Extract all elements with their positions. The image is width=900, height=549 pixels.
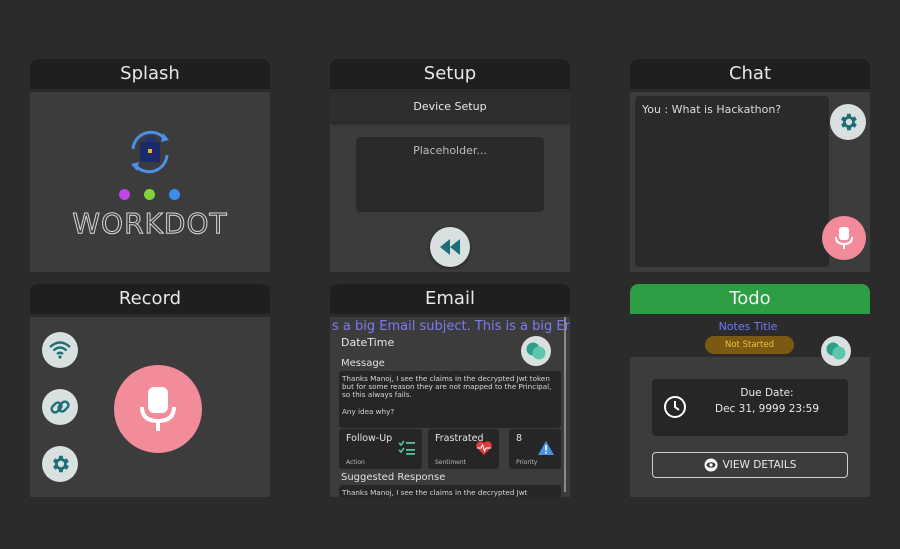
device-setup-header: Device Setup (330, 92, 570, 122)
email-body: s a big Email subject. This is a big Ema… (330, 317, 570, 497)
dot-blue (169, 189, 180, 200)
warning-icon (538, 441, 554, 455)
settings-button[interactable] (830, 104, 866, 140)
panel-title: Chat (630, 59, 870, 89)
clock-icon (664, 396, 686, 418)
panel-title: Splash (30, 59, 270, 89)
status-badge: Not Started (705, 336, 794, 354)
message-body: Thanks Manoj, I see the claims in the de… (339, 371, 561, 428)
mic-button[interactable] (822, 216, 866, 260)
todo-body: Notes Title Not Started Due Date: Dec 31… (630, 317, 870, 497)
settings-button[interactable] (42, 446, 78, 482)
sentiment-card: Frastrated Sentiment (428, 429, 499, 469)
panel-title: Todo (630, 284, 870, 314)
email-subject: s a big Email subject. This is a big Ema (332, 319, 570, 334)
due-date-card: Due Date: Dec 31, 9999 23:59 (652, 379, 848, 436)
chat-body: You : What is Hackathon? (630, 92, 870, 272)
email-panel: Email s a big Email subject. This is a b… (330, 284, 570, 497)
sync-logo-icon (131, 130, 169, 174)
chat-bubbles-button[interactable] (521, 336, 551, 366)
record-mic-button[interactable] (114, 365, 202, 453)
action-label: Action (346, 459, 365, 466)
suggested-response-label: Suggested Response (341, 472, 446, 483)
chat-bubbles-button[interactable] (821, 336, 851, 366)
checklist-icon (398, 440, 415, 455)
due-date-value: Dec 31, 9999 23:59 (714, 403, 819, 415)
eye-icon (704, 458, 718, 472)
panel-title: Setup (330, 59, 570, 89)
message-label: Message (341, 358, 385, 369)
dot-purple (119, 189, 130, 200)
link-button[interactable] (42, 389, 78, 425)
color-dots (119, 189, 180, 200)
splash-body: WORKDOT (30, 92, 270, 272)
notes-title: Notes Title (718, 320, 778, 333)
suggested-response: Thanks Manoj, I see the claims in the de… (339, 485, 561, 497)
record-panel: Record (30, 284, 270, 497)
heart-pulse-icon (476, 441, 492, 455)
chat-panel: Chat You : What is Hackathon? (630, 59, 870, 272)
due-date-label: Due Date: (740, 387, 794, 399)
view-details-label: VIEW DETAILS (722, 459, 797, 471)
chat-bubbles-icon (826, 342, 846, 360)
setup-body: Device Setup Placeholder... (330, 92, 570, 272)
record-body (30, 317, 270, 497)
rewind-icon (440, 239, 460, 255)
panel-title: Email (330, 284, 570, 314)
chat-log: You : What is Hackathon? (635, 96, 829, 267)
scrollbar[interactable] (564, 317, 566, 492)
email-datetime: DateTime (341, 336, 395, 349)
chat-message: You : What is Hackathon? (642, 103, 782, 116)
placeholder-box[interactable]: Placeholder... (356, 137, 544, 212)
setup-panel: Setup Device Setup Placeholder... (330, 59, 570, 272)
gear-icon (841, 113, 857, 131)
priority-label: Priority (516, 459, 538, 466)
view-details-button[interactable]: VIEW DETAILS (652, 452, 848, 478)
mic-icon (140, 387, 176, 431)
sentiment-label: Sentiment (435, 459, 467, 466)
workdot-wordmark: WORKDOT (72, 207, 228, 241)
action-card: Follow-Up Action (339, 429, 422, 469)
chat-bubbles-icon (526, 342, 546, 360)
priority-card: 8 Priority (509, 429, 561, 469)
rewind-button[interactable] (430, 227, 470, 267)
gear-icon (53, 455, 69, 473)
todo-panel: Todo Notes Title Not Started Due Date: D… (630, 284, 870, 497)
wifi-icon (49, 341, 71, 359)
mic-icon (835, 227, 853, 249)
splash-panel: Splash WORKDOT (30, 59, 270, 272)
link-icon (50, 400, 70, 414)
panel-title: Record (30, 284, 270, 314)
dot-green (144, 189, 155, 200)
wifi-button[interactable] (42, 332, 78, 368)
